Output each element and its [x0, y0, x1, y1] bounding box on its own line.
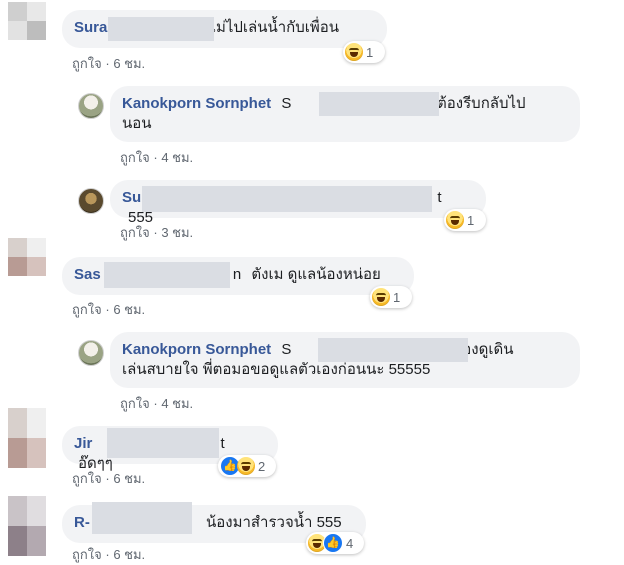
- separator: ·: [105, 547, 110, 562]
- haha-emoji-icon: [372, 288, 390, 306]
- commenter-name[interactable]: Kanokporn Sornphet: [122, 95, 271, 112]
- comment-text: ต้องรีบกลับไป: [437, 95, 526, 112]
- comment-text-line2: นอน: [122, 115, 152, 132]
- separator: ·: [153, 225, 158, 240]
- timestamp[interactable]: 6 ชม.: [113, 471, 145, 486]
- avatar[interactable]: [8, 408, 46, 468]
- like-link[interactable]: ถูกใจ: [72, 302, 102, 317]
- redaction-mask: [142, 186, 432, 212]
- comment-text: ไม่ไปเล่นน้ำกับเพื่อน: [208, 19, 340, 36]
- like-link[interactable]: ถูกใจ: [120, 225, 150, 240]
- name-fragment: S: [281, 95, 292, 112]
- reaction-count: 1: [393, 289, 401, 305]
- avatar[interactable]: [8, 2, 46, 40]
- avatar[interactable]: [78, 93, 104, 119]
- redaction-mask: [108, 17, 214, 41]
- like-link[interactable]: ถูกใจ: [72, 471, 102, 486]
- reaction-count: 1: [467, 212, 475, 228]
- comment-meta: ถูกใจ · 6 ชม.: [72, 544, 145, 565]
- timestamp[interactable]: 3 ชม.: [161, 225, 193, 240]
- like-reaction-icon: 👍: [323, 533, 343, 553]
- separator: ·: [105, 56, 110, 71]
- avatar[interactable]: [8, 238, 46, 276]
- commenter-name[interactable]: Jir: [74, 435, 92, 452]
- separator: ·: [105, 471, 110, 486]
- comment-meta: ถูกใจ · 4 ชม.: [120, 147, 193, 168]
- separator: ·: [105, 302, 110, 317]
- redaction-mask: [104, 262, 230, 288]
- like-link[interactable]: ถูกใจ: [120, 150, 150, 165]
- timestamp[interactable]: 6 ชม.: [113, 547, 145, 562]
- reaction-count: 4: [346, 535, 354, 551]
- name-fragment: n: [232, 266, 242, 283]
- separator: ·: [153, 150, 158, 165]
- redaction-mask: [92, 502, 192, 534]
- comment-text: ตังเม ดูแลน้องหน่อย: [251, 266, 381, 283]
- comment-meta: ถูกใจ · 6 ชม.: [72, 468, 145, 489]
- timestamp[interactable]: 4 ชม.: [161, 396, 193, 411]
- timestamp[interactable]: 4 ชม.: [161, 150, 193, 165]
- reaction-badge[interactable]: 1: [370, 286, 412, 308]
- name-fragment: t: [220, 435, 225, 452]
- commenter-name[interactable]: Su: [122, 189, 141, 206]
- commenter-name[interactable]: R-: [74, 514, 90, 531]
- comment-meta: ถูกใจ · 4 ชม.: [120, 393, 193, 414]
- reaction-badge[interactable]: 1: [444, 209, 486, 231]
- separator: ·: [153, 396, 158, 411]
- reaction-badge[interactable]: 1: [343, 41, 385, 63]
- redaction-mask: [107, 428, 219, 458]
- timestamp[interactable]: 6 ชม.: [113, 302, 145, 317]
- redaction-mask: [318, 338, 468, 362]
- reaction-badge[interactable]: 👍 2: [218, 455, 276, 477]
- like-link[interactable]: ถูกใจ: [120, 396, 150, 411]
- name-fragment: t: [437, 189, 442, 206]
- like-link[interactable]: ถูกใจ: [72, 547, 102, 562]
- commenter-name[interactable]: Kanokporn Sornphet: [122, 341, 271, 358]
- comment-meta: ถูกใจ · 6 ชม.: [72, 299, 145, 320]
- reaction-badge[interactable]: 👍 4: [306, 532, 364, 554]
- name-fragment: S: [281, 341, 292, 358]
- comment-meta: ถูกใจ · 6 ชม.: [72, 53, 145, 74]
- avatar[interactable]: [78, 340, 104, 366]
- haha-emoji-icon: [345, 43, 363, 61]
- avatar[interactable]: [8, 496, 46, 556]
- like-link[interactable]: ถูกใจ: [72, 56, 102, 71]
- redaction-mask: [319, 92, 439, 116]
- comment-text-line2: เล่นสบายใจ พี่ตอมอขอดูแลตัวเองก่อนนะ 555…: [122, 361, 431, 378]
- reaction-count: 1: [366, 44, 374, 60]
- timestamp[interactable]: 6 ชม.: [113, 56, 145, 71]
- comment-text: น้องมาสำรวจน้ำ 555: [206, 514, 342, 531]
- avatar[interactable]: [78, 188, 104, 214]
- comment-meta: ถูกใจ · 3 ชม.: [120, 222, 193, 243]
- reaction-count: 2: [258, 458, 266, 474]
- haha-emoji-icon: [446, 211, 464, 229]
- commenter-name[interactable]: Sas: [74, 266, 101, 283]
- haha-emoji-icon: [237, 457, 255, 475]
